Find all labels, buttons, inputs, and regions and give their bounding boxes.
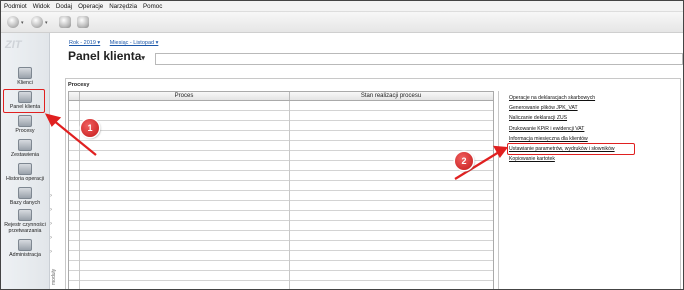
annotation-arrows — [44, 113, 509, 180]
annotation-badge-1: 1 — [81, 119, 99, 137]
app-window: Podmiot Widok Dodaj Operacje Narzędzia P… — [0, 0, 684, 290]
annotation-badge-2: 2 — [455, 152, 473, 170]
